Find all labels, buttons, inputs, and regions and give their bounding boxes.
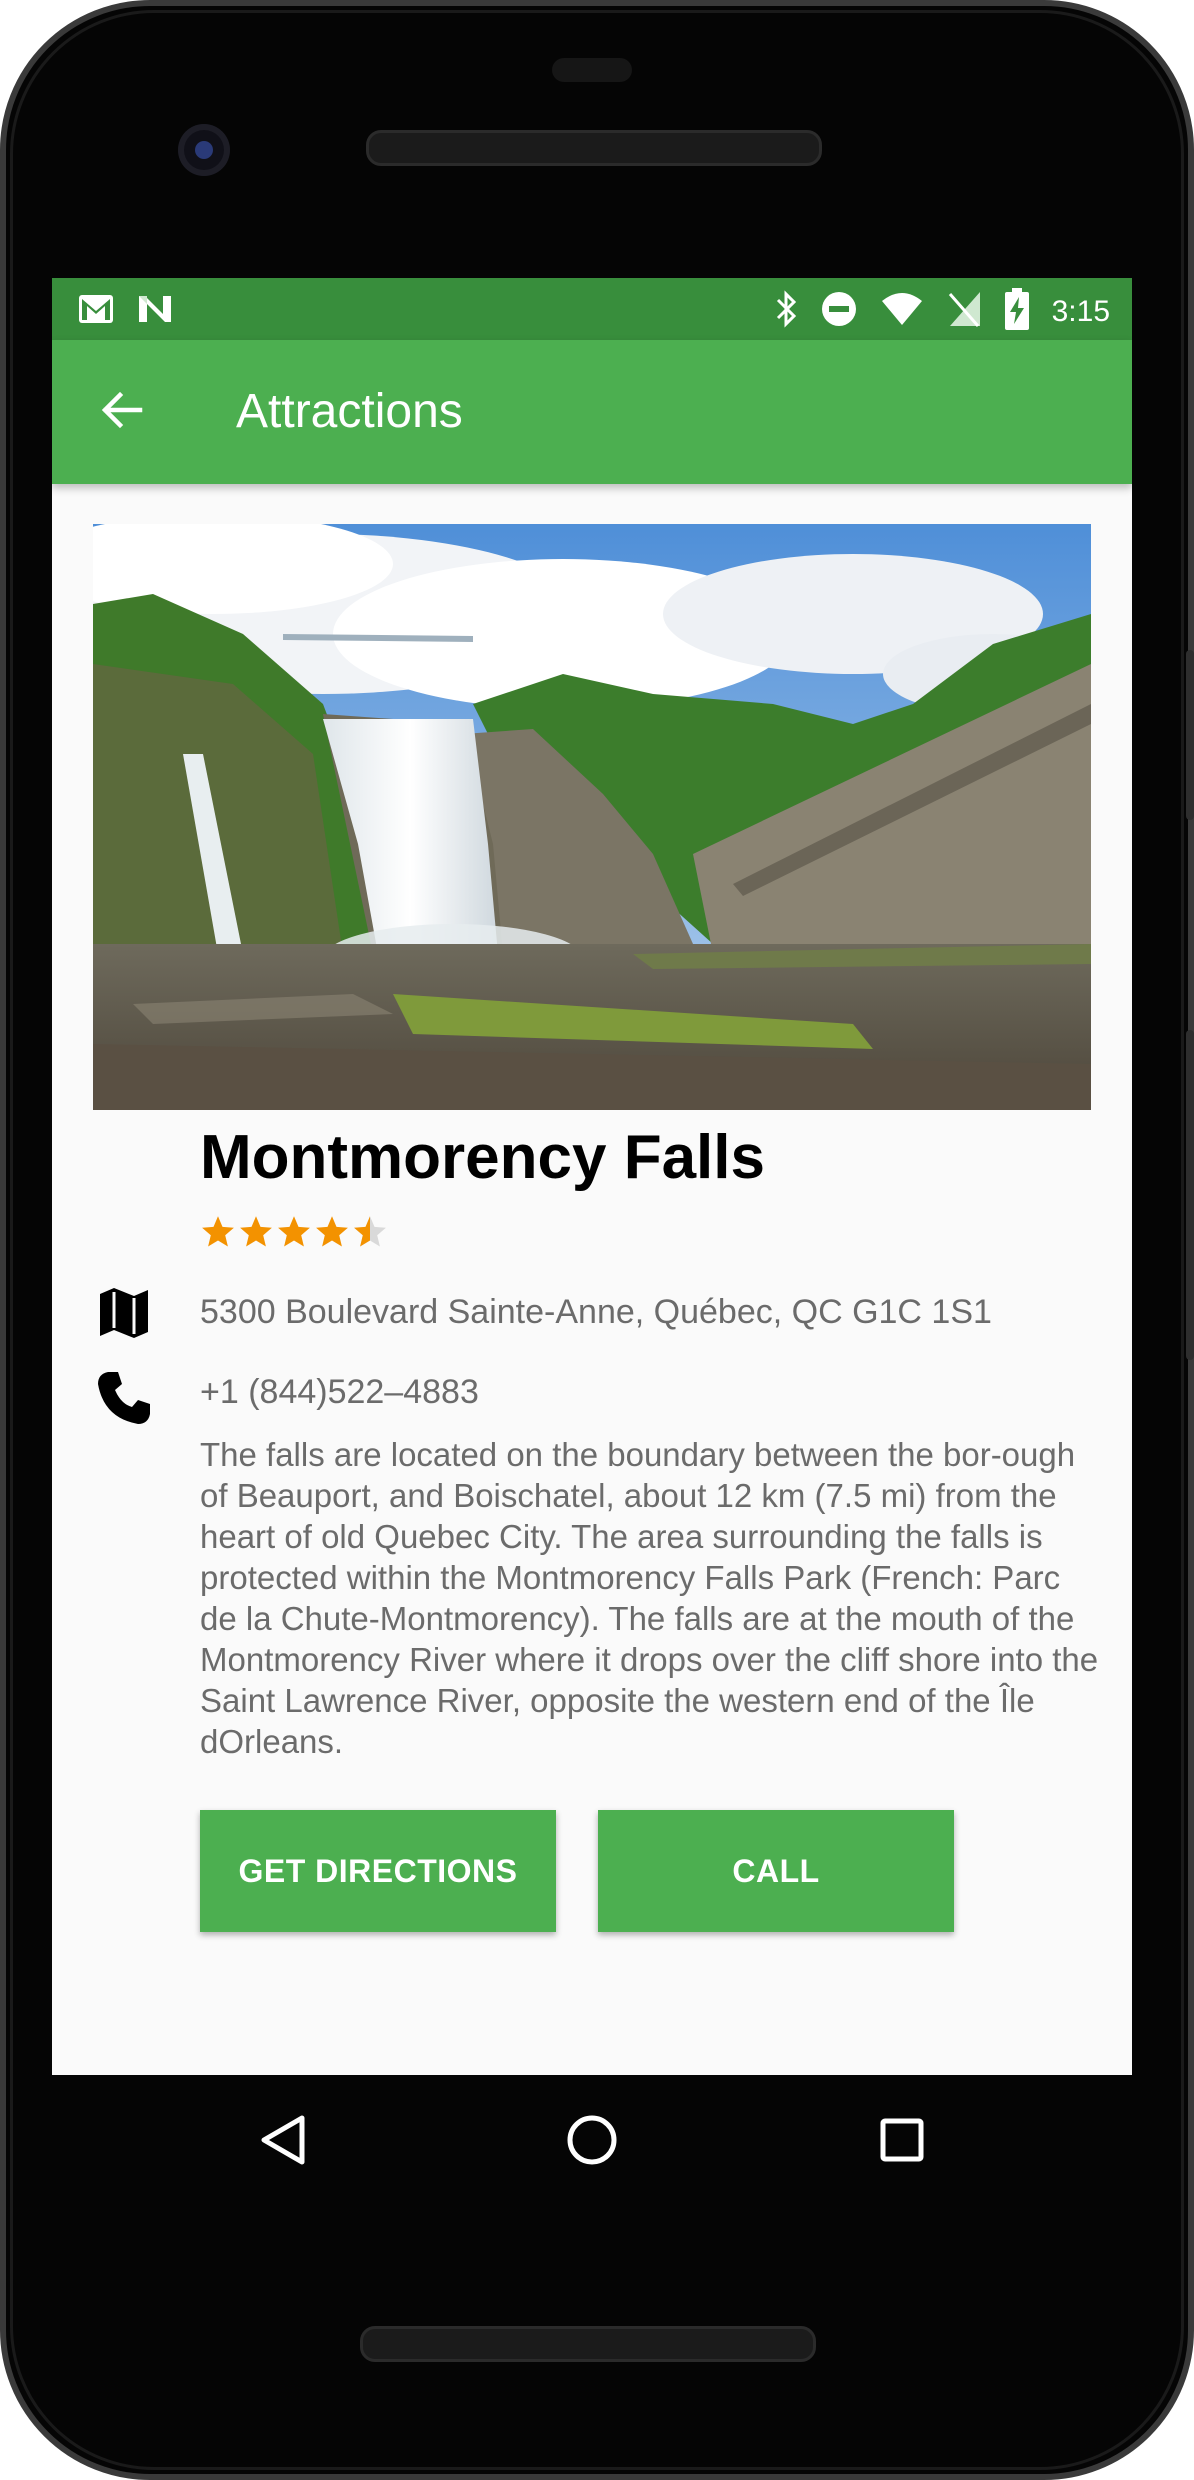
rating-stars (200, 1214, 388, 1250)
call-button[interactable]: CALL (598, 1810, 954, 1932)
recents-square-icon (880, 2118, 924, 2162)
screen: 3:15 Attractions Montmorency Falls 5300 … (52, 278, 1132, 2075)
attraction-name: Montmorency Falls (200, 1123, 765, 1192)
wifi-icon (880, 291, 924, 332)
star-full-icon (316, 1216, 348, 1247)
bottom-speaker-grille (360, 2326, 816, 2362)
top-sensor (552, 58, 632, 82)
gmail-icon (78, 292, 114, 331)
bluetooth-icon (774, 289, 798, 334)
star-full-icon (240, 1216, 272, 1247)
arrow-back-icon (100, 390, 144, 435)
volume-button (1186, 650, 1194, 820)
do-not-disturb-icon (820, 290, 858, 333)
no-sim-icon (946, 290, 982, 333)
n-app-icon (136, 292, 174, 331)
phone-number[interactable]: +1 (844)522–4883 (200, 1368, 479, 1416)
star-full-icon (278, 1216, 310, 1247)
power-button (1186, 1030, 1194, 1360)
nav-recents-button[interactable] (870, 2108, 934, 2172)
get-directions-button[interactable]: GET DIRECTIONS (200, 1810, 556, 1932)
attraction-photo (93, 524, 1091, 1110)
app-bar: Attractions (52, 340, 1132, 484)
nav-home-button[interactable] (560, 2108, 624, 2172)
battery-charging-icon (1004, 288, 1030, 335)
phone-icon (94, 1368, 154, 1428)
map-icon (94, 1282, 154, 1342)
star-half-icon (354, 1216, 386, 1247)
back-button[interactable] (92, 382, 152, 442)
star-full-icon (202, 1216, 234, 1247)
back-triangle-icon (261, 2115, 305, 2165)
top-speaker-grille (366, 130, 822, 166)
front-camera (178, 124, 230, 176)
page-title: Attractions (236, 385, 463, 438)
status-time: 3:15 (1051, 294, 1110, 328)
address-text[interactable]: 5300 Boulevard Sainte-Anne, Québec, QC G… (200, 1288, 992, 1336)
home-circle-icon (567, 2115, 617, 2165)
attraction-description: The falls are located on the boundary be… (200, 1436, 1099, 1760)
status-bar: 3:15 (52, 278, 1132, 340)
nav-back-button[interactable] (250, 2108, 314, 2172)
